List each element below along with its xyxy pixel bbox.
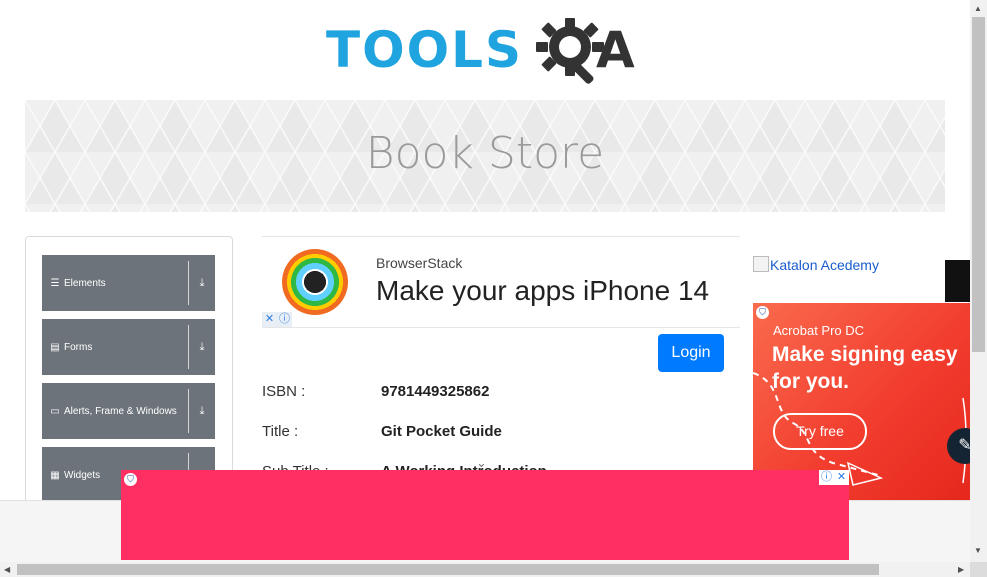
sidebar-group-label: Alerts, Frame & Windows [64, 405, 177, 417]
page-title: Book Store [365, 128, 605, 179]
scroll-down-arrow-icon[interactable]: ▼ [974, 546, 982, 555]
logo-text-tools: TOOLS [326, 21, 523, 79]
logo-text-a: A [596, 21, 635, 79]
window-icon: ▭ [50, 405, 60, 417]
ad-info-icon[interactable]: ⓘ [277, 312, 292, 327]
try-free-button[interactable]: Try free [773, 413, 867, 450]
dark-ad-block [945, 260, 970, 302]
adchoices-shield-icon[interactable]: ⛉ [756, 306, 769, 319]
title-label: Title : [262, 423, 299, 440]
scroll-up-arrow-icon[interactable]: ▲ [974, 4, 982, 13]
acrobat-product: Acrobat Pro DC [773, 323, 865, 338]
sidebar-group-label: Elements [64, 277, 106, 289]
sidebar-group-alerts-frame-windows[interactable]: ▭ Alerts, Frame & Windows ⤓ [42, 383, 215, 439]
sidebar-group-forms[interactable]: ▤ Forms ⤓ [42, 319, 215, 375]
ad-headline: Make your apps iPhone 14 [376, 275, 710, 306]
ad-brand: BrowserStack [376, 255, 463, 271]
adchoices-shield-icon[interactable]: ⛉ [124, 473, 137, 486]
toolsqa-logo[interactable]: TOOLS A [326, 14, 656, 92]
katalon-ad-link[interactable]: Katalon Acedemy [753, 256, 879, 273]
group-divider [188, 389, 189, 433]
ad-info-icon[interactable]: ⓘ [819, 470, 834, 485]
isbn-label: ISBN : [262, 383, 306, 400]
horizontal-scrollbar-thumb[interactable] [17, 564, 879, 575]
group-divider [188, 261, 189, 305]
group-divider [188, 325, 189, 369]
acrobat-headline: Make signing easy for you. [772, 343, 958, 393]
document-icon: ▤ [50, 341, 60, 353]
broken-image-icon [753, 256, 769, 272]
sidebar-group-elements[interactable]: ☰ Elements ⤓ [42, 255, 215, 311]
sidebar-group-label: Forms [64, 341, 93, 353]
download-arrow-icon: ⤓ [199, 404, 205, 417]
chevron-down-icon[interactable]: ⌄ [476, 455, 487, 471]
hamburger-icon: ☰ [50, 277, 60, 289]
download-arrow-icon: ⤓ [199, 276, 205, 289]
page: TOOLS A Book Store ☰ Elements ⤓ ▤ Forms … [0, 0, 970, 562]
grid-icon: ▦ [50, 469, 60, 481]
vertical-scrollbar-thumb[interactable] [972, 17, 985, 352]
bottom-ad-controls: ⓘ ✕ [819, 470, 849, 485]
ad-controls: ✕ ⓘ [262, 312, 292, 327]
scrollbar-corner [970, 562, 987, 577]
ad-close-icon[interactable]: ✕ [834, 470, 849, 485]
ad-close-icon[interactable]: ✕ [262, 312, 277, 327]
login-button[interactable]: Login [658, 334, 724, 372]
download-arrow-icon: ⤓ [199, 340, 205, 353]
browserstack-ad[interactable]: BrowserStack Make your apps iPhone 14 ✕ … [262, 236, 740, 328]
scroll-left-arrow-icon[interactable]: ◀ [4, 565, 10, 574]
page-banner: Book Store [25, 100, 945, 212]
bottom-banner-ad[interactable]: ⛉ ⓘ ✕ [121, 470, 849, 560]
title-value: Git Pocket Guide [381, 423, 502, 440]
katalon-alt-text: Katalon Acedemy [770, 257, 879, 273]
browserstack-logo-icon [282, 249, 348, 315]
scroll-right-arrow-icon[interactable]: ▶ [958, 565, 964, 574]
isbn-value: 9781449325862 [381, 383, 490, 400]
right-ad-column: Katalon Acedemy ⛉ Acrobat Pro DC Make si… [740, 236, 970, 506]
